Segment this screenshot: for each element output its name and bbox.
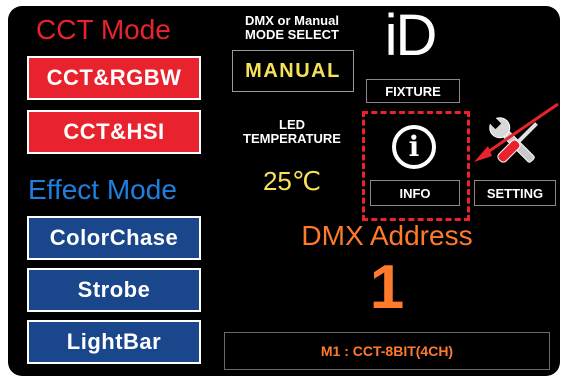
cct-hsi-button[interactable]: CCT&HSI bbox=[27, 110, 201, 154]
dmx-address-value[interactable]: 1 bbox=[222, 253, 552, 322]
info-icon-glyph: i bbox=[408, 130, 420, 163]
temperature-value: 25℃ bbox=[262, 166, 322, 196]
mode-select-label: DMX or Manual MODE SELECT bbox=[222, 14, 362, 42]
pointer-arrow-icon bbox=[448, 96, 560, 176]
effect-mode-title: Effect Mode bbox=[28, 174, 177, 205]
mode-select-label-line2: MODE SELECT bbox=[245, 27, 339, 42]
cct-mode-title: CCT Mode bbox=[36, 14, 171, 45]
led-temperature-label-line1: LED bbox=[279, 117, 305, 132]
led-temperature-label-line2: TEMPERATURE bbox=[243, 131, 341, 146]
colorchase-button[interactable]: ColorChase bbox=[27, 216, 201, 260]
mode-select-label-line1: DMX or Manual bbox=[245, 13, 339, 28]
led-temperature-label: LED TEMPERATURE bbox=[222, 118, 362, 146]
cct-rgbw-button[interactable]: CCT&RGBW bbox=[27, 56, 201, 100]
dmx-address-title: DMX Address bbox=[301, 220, 473, 251]
info-button[interactable]: INFO bbox=[370, 180, 460, 206]
setting-button[interactable]: SETTING bbox=[474, 180, 556, 206]
control-screen: CCT Mode CCT&RGBW CCT&HSI Effect Mode Co… bbox=[8, 6, 560, 376]
fixture-button[interactable]: FIXTURE bbox=[366, 79, 460, 103]
strobe-button[interactable]: Strobe bbox=[27, 268, 201, 312]
id-logo-icon: iD bbox=[384, 6, 438, 68]
lightbar-button[interactable]: LightBar bbox=[27, 320, 201, 364]
mode-status-bar: M1 : CCT-8BIT(4CH) bbox=[224, 332, 550, 370]
info-icon[interactable]: i bbox=[392, 125, 436, 169]
manual-mode-button[interactable]: MANUAL bbox=[232, 50, 354, 92]
